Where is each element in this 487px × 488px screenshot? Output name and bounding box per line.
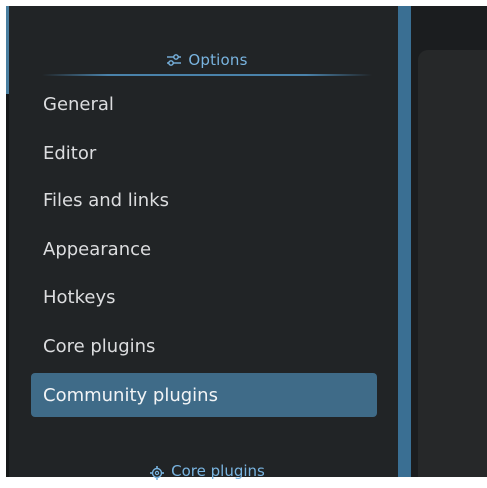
sidebar-item-label: General bbox=[43, 93, 114, 115]
sidebar-item-label: Hotkeys bbox=[43, 286, 116, 308]
sidebar-item-label: Files and links bbox=[43, 189, 170, 211]
options-header-label: Options bbox=[188, 51, 248, 69]
sidebar-item-editor[interactable]: Editor bbox=[31, 134, 377, 172]
sidebar-item-label: Editor bbox=[43, 142, 97, 164]
sidebar-item-core-plugins[interactable]: Core plugins bbox=[31, 327, 377, 365]
sidebar-item-label: Community plugins bbox=[43, 384, 218, 406]
core-plugins-section-header: Core plugins bbox=[42, 462, 372, 488]
sidebar-item-community-plugins[interactable]: Community plugins bbox=[31, 373, 377, 417]
settings-window: Options General Editor Files and links A… bbox=[0, 0, 487, 480]
settings-content-panel bbox=[418, 50, 487, 477]
ribbon-marker bbox=[6, 6, 9, 94]
gear-icon bbox=[150, 466, 165, 480]
sidebar-resize-handle[interactable] bbox=[398, 6, 411, 477]
options-header-underline bbox=[42, 74, 372, 76]
sidebar-item-files-and-links[interactable]: Files and links bbox=[31, 181, 377, 219]
core-plugins-header-label: Core plugins bbox=[171, 462, 265, 480]
sidebar-item-appearance[interactable]: Appearance bbox=[31, 230, 377, 268]
sidebar-item-label: Appearance bbox=[43, 238, 152, 260]
sidebar-item-general[interactable]: General bbox=[31, 85, 377, 123]
sliders-icon bbox=[167, 54, 182, 66]
sidebar-item-hotkeys[interactable]: Hotkeys bbox=[31, 278, 377, 316]
sidebar-item-label: Core plugins bbox=[43, 335, 156, 357]
options-section-header: Options bbox=[42, 47, 372, 73]
